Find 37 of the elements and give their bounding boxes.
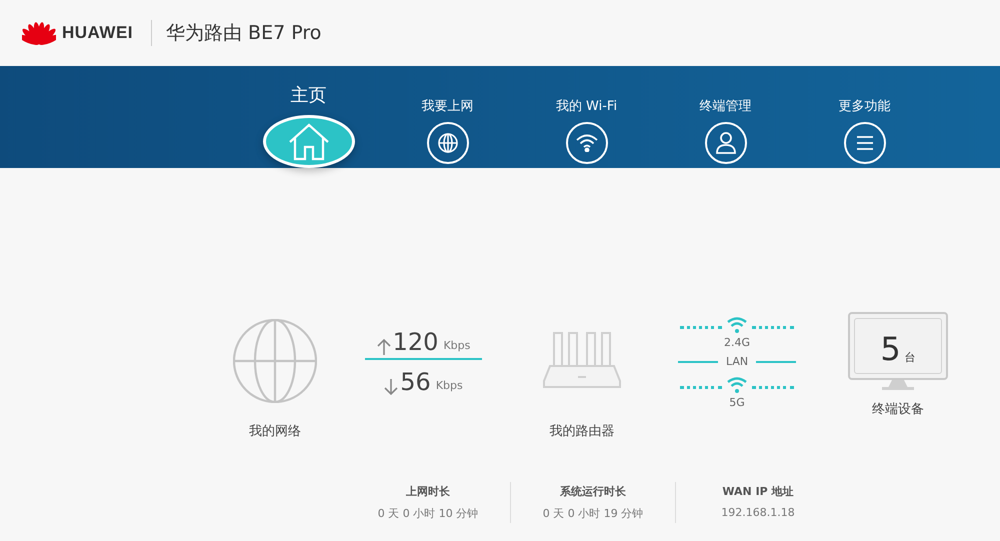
user-icon xyxy=(716,132,736,154)
wifi-icon xyxy=(726,376,748,394)
wifi-icon xyxy=(726,316,748,334)
router-label: 我的路由器 xyxy=(550,423,614,440)
network-label: 我的网络 xyxy=(249,423,301,440)
band-label: LAN xyxy=(726,355,748,368)
logo-icon xyxy=(22,20,56,46)
stat-label: 系统运行时长 xyxy=(560,484,626,499)
stat-value: 0 天 0 小时 10 分钟 xyxy=(378,506,478,521)
globe-icon xyxy=(438,133,458,153)
device-count: 5 xyxy=(880,333,901,365)
nav-tab[interactable]: 更多功能 xyxy=(795,66,934,168)
nav-tab[interactable]: 我的 Wi-Fi xyxy=(517,66,656,168)
nav-tab[interactable]: 主页 xyxy=(239,66,378,168)
menu-icon xyxy=(856,136,874,150)
globe-icon xyxy=(233,319,317,403)
device-count-unit: 台 xyxy=(904,350,916,365)
band-label: 5G xyxy=(729,396,745,409)
upload-arrow-icon xyxy=(376,338,391,356)
wifi-icon xyxy=(576,134,598,152)
nav-tab[interactable]: 终端管理 xyxy=(656,66,795,168)
brand-name: HUAWEI xyxy=(62,23,133,43)
devices-label: 终端设备 xyxy=(872,401,924,418)
nav-tab[interactable]: 我要上网 xyxy=(378,66,517,168)
stat-value: 192.168.1.18 xyxy=(721,506,795,519)
upload-unit: Kbps xyxy=(443,338,470,354)
download-unit: Kbps xyxy=(436,378,463,394)
router-icon xyxy=(542,331,622,391)
stat-label: WAN IP 地址 xyxy=(722,484,794,499)
download-arrow-icon xyxy=(384,378,398,396)
stat-label: 上网时长 xyxy=(406,484,450,499)
stat-value: 0 天 0 小时 19 分钟 xyxy=(542,506,644,521)
upload-speed: 120 xyxy=(392,328,438,356)
download-speed: 56 xyxy=(400,368,431,396)
band-label: 2.4G xyxy=(724,336,750,349)
product-title: 华为路由 BE7 Pro xyxy=(166,21,322,46)
home-icon xyxy=(288,122,330,160)
